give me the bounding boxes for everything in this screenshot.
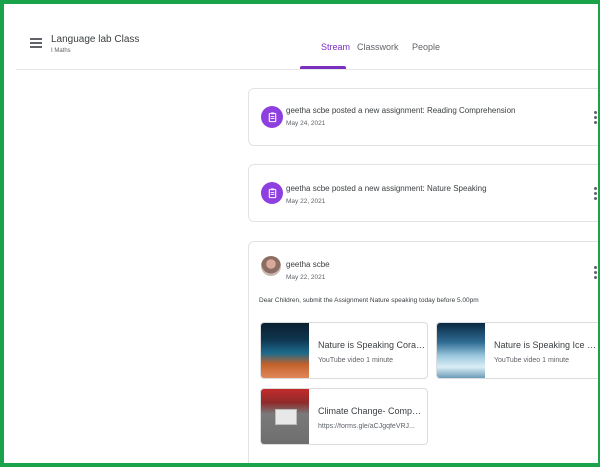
attachment-title: Nature is Speaking Ice Me... bbox=[494, 340, 598, 350]
tab-people[interactable]: People bbox=[412, 42, 440, 52]
video-attachment[interactable]: Nature is Speaking Coral R... YouTube vi… bbox=[260, 322, 428, 379]
announcement-date: May 22, 2021 bbox=[286, 274, 326, 281]
menu-icon[interactable] bbox=[30, 38, 42, 48]
announcement-body: Dear Children, submit the Assignment Nat… bbox=[259, 297, 479, 304]
class-section: I Maths bbox=[51, 48, 71, 54]
post-date: May 24, 2021 bbox=[286, 120, 326, 127]
form-thumbnail bbox=[261, 389, 309, 444]
ice-thumbnail bbox=[437, 323, 485, 378]
form-attachment[interactable]: Climate Change- Compre... https://forms.… bbox=[260, 388, 428, 445]
post-title: geetha scbe posted a new assignment: Nat… bbox=[286, 184, 487, 193]
assignment-icon bbox=[261, 182, 283, 204]
attachment-title: Climate Change- Compre... bbox=[318, 406, 422, 416]
attachment-meta: YouTube video 1 minute bbox=[318, 357, 393, 364]
attachment-title: Nature is Speaking Coral R... bbox=[318, 340, 426, 350]
tab-classwork[interactable]: Classwork bbox=[357, 42, 399, 52]
more-options-icon[interactable] bbox=[594, 111, 597, 126]
assignment-post-card[interactable]: geetha scbe posted a new assignment: Nat… bbox=[248, 164, 598, 222]
assignment-icon bbox=[261, 106, 283, 128]
top-header: Language lab Class I Maths Stream Classw… bbox=[16, 4, 598, 70]
tab-stream[interactable]: Stream bbox=[321, 42, 350, 52]
post-title: geetha scbe posted a new assignment: Rea… bbox=[286, 106, 516, 115]
class-title[interactable]: Language lab Class bbox=[51, 34, 139, 45]
attachment-link: https://forms.gle/aCJgqfeVRJ... bbox=[318, 423, 415, 430]
video-attachment[interactable]: Nature is Speaking Ice Me... YouTube vid… bbox=[436, 322, 598, 379]
avatar bbox=[261, 256, 281, 276]
more-options-icon[interactable] bbox=[594, 187, 597, 202]
assignment-post-card[interactable]: geetha scbe posted a new assignment: Rea… bbox=[248, 88, 598, 146]
active-tab-indicator bbox=[300, 66, 346, 69]
coral-thumbnail bbox=[261, 323, 309, 378]
announcement-card: geetha scbe May 22, 2021 Dear Children, … bbox=[248, 241, 598, 463]
more-options-icon[interactable] bbox=[594, 266, 597, 281]
post-date: May 22, 2021 bbox=[286, 198, 326, 205]
attachment-meta: YouTube video 1 minute bbox=[494, 357, 569, 364]
announcement-author[interactable]: geetha scbe bbox=[286, 260, 330, 269]
app-window: Language lab Class I Maths Stream Classw… bbox=[0, 0, 600, 467]
